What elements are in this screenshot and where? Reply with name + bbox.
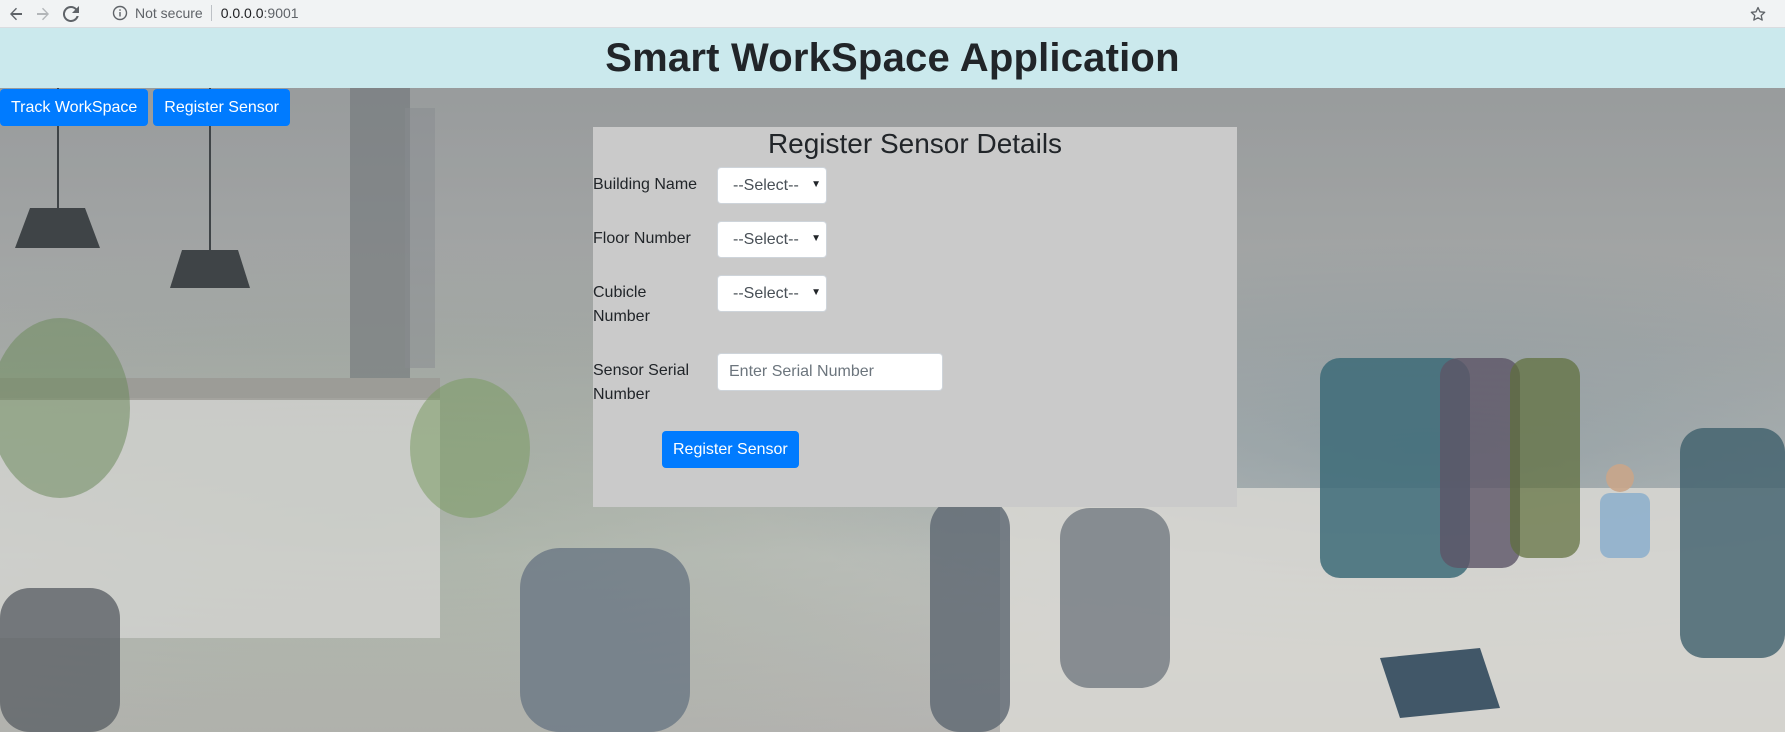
- dropdown-arrow-icon: ▼: [811, 233, 821, 244]
- dropdown-arrow-icon: ▼: [811, 287, 821, 298]
- cubicle-row: Cubicle Number --Select-- ▼: [593, 275, 827, 329]
- forward-arrow-icon[interactable]: [32, 3, 54, 25]
- register-sensor-nav-button[interactable]: Register Sensor: [153, 89, 290, 126]
- cubicle-label: Cubicle Number: [593, 284, 650, 325]
- track-workspace-button[interactable]: Track WorkSpace: [0, 89, 149, 126]
- form-title: Register Sensor Details: [767, 128, 1063, 159]
- serial-row: Sensor Serial Number: [593, 353, 943, 407]
- serial-label: Sensor Serial Number: [593, 362, 690, 403]
- floor-row: Floor Number --Select-- ▼: [593, 221, 827, 258]
- dropdown-arrow-icon: ▼: [811, 179, 821, 190]
- address-bar[interactable]: Not secure 0.0.0.0:9001: [112, 5, 299, 21]
- back-arrow-icon[interactable]: [5, 3, 27, 25]
- reload-icon[interactable]: [60, 3, 82, 25]
- register-sensor-form: Register Sensor Details Building Name --…: [593, 127, 1237, 507]
- bookmark-star-icon[interactable]: [1747, 3, 1769, 25]
- url-host: 0.0.0.0: [220, 5, 264, 21]
- building-row: Building Name --Select-- ▼: [593, 167, 827, 204]
- submit-wrapper: Register Sensor: [662, 431, 799, 468]
- register-sensor-submit-button[interactable]: Register Sensor: [662, 431, 799, 468]
- cubicle-select-value: --Select--: [733, 284, 799, 302]
- address-divider: [210, 5, 212, 21]
- app-header: Smart WorkSpace Application: [0, 28, 1785, 88]
- url-port: :9001: [263, 5, 299, 21]
- browser-toolbar: Not secure 0.0.0.0:9001: [0, 0, 1785, 28]
- serial-number-input[interactable]: [717, 353, 943, 391]
- building-label: Building Name: [593, 176, 698, 193]
- building-select[interactable]: --Select-- ▼: [717, 167, 827, 204]
- page: Smart WorkSpace Application Track WorkSp…: [0, 28, 1785, 732]
- top-nav: Track WorkSpace Register Sensor: [0, 89, 290, 126]
- floor-select[interactable]: --Select-- ▼: [717, 221, 827, 258]
- app-title: Smart WorkSpace Application: [605, 35, 1180, 80]
- cubicle-select[interactable]: --Select-- ▼: [717, 275, 827, 312]
- floor-select-value: --Select--: [733, 230, 799, 248]
- info-icon[interactable]: [112, 5, 128, 21]
- security-status-label: Not secure: [135, 5, 203, 21]
- floor-label: Floor Number: [593, 230, 691, 247]
- building-select-value: --Select--: [733, 176, 799, 194]
